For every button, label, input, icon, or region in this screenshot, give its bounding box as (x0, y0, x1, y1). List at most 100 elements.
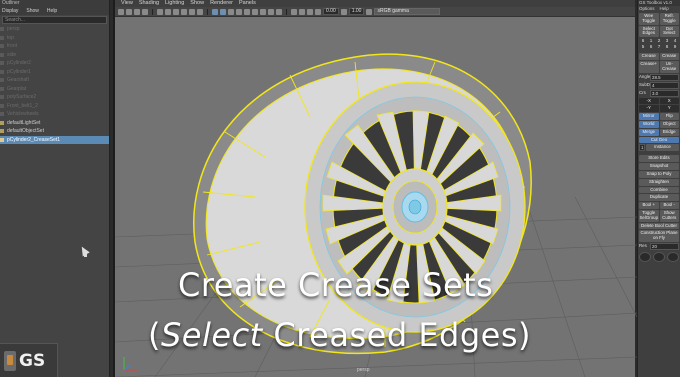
wireframe-on-shaded-icon[interactable] (228, 8, 234, 15)
merge-button[interactable]: Merge (639, 128, 659, 136)
mirror-button[interactable]: Mirror (639, 113, 659, 120)
bridge-button[interactable]: Bridge (659, 128, 679, 136)
select-camera-icon[interactable] (118, 8, 124, 15)
number-key[interactable]: 2 (658, 38, 661, 43)
gate-mask-icon[interactable] (181, 8, 187, 15)
outliner-item[interactable]: pCylinder2 (0, 59, 109, 68)
outliner-menu-show[interactable]: Show (26, 7, 39, 15)
near-clip-field[interactable]: 0.00 (323, 8, 339, 15)
y-button[interactable]: Y (659, 105, 679, 113)
antialiasing-icon[interactable] (276, 8, 282, 15)
instance-count-field[interactable]: 1 (639, 144, 645, 152)
outliner-item[interactable]: front (0, 42, 109, 51)
grid-icon[interactable] (157, 8, 163, 15)
delete-bool-cutter-button[interactable]: Delete Bool Cutter (639, 222, 679, 230)
number-key[interactable]: 9 (674, 44, 677, 49)
select-edges-button[interactable]: Select Edges (639, 25, 659, 38)
xray-icon[interactable] (299, 8, 305, 15)
ambient-occlusion-icon[interactable] (260, 8, 266, 15)
minus-x-button[interactable]: -X (639, 97, 659, 105)
combine-button[interactable]: Combine (639, 186, 679, 194)
viewport-menu-lighting[interactable]: Lighting (165, 0, 184, 7)
shadows-icon[interactable] (252, 8, 258, 15)
outliner-item-selected[interactable]: pCylinder2_CreaseSet1 (0, 135, 109, 144)
viewport-menu-view[interactable]: View (121, 0, 133, 7)
color-space-select[interactable]: sRGB gamma (374, 8, 441, 15)
outliner-menu-display[interactable]: Display (2, 7, 18, 15)
crease-plus-button[interactable]: Crease+ (639, 60, 659, 73)
viewport-menu-renderer[interactable]: Renderer (210, 0, 233, 7)
color-management-icon[interactable] (366, 8, 373, 15)
film-gate-icon[interactable] (165, 8, 171, 15)
bool-plus-button[interactable]: Bool + (639, 202, 659, 209)
number-key[interactable]: 6 (650, 44, 653, 49)
wireframe-icon[interactable] (212, 8, 218, 15)
toolbox-menu-help[interactable]: Help (660, 6, 669, 12)
number-key[interactable]: 7 (658, 44, 661, 49)
flip-button[interactable]: Flip (659, 113, 679, 120)
number-key[interactable]: 5 (642, 44, 645, 49)
straighten-button[interactable]: Straighten (639, 178, 679, 186)
material-swatch-icon[interactable] (639, 251, 651, 262)
lights-icon[interactable] (244, 8, 250, 15)
refr-toggle-button[interactable]: Refr. Toggle (659, 13, 679, 25)
outliner-item[interactable]: Gearplat (0, 85, 109, 94)
gamma-icon[interactable] (340, 8, 347, 15)
camera-attributes-icon[interactable] (126, 8, 132, 15)
outliner-item[interactable]: pCylinder1 (0, 68, 109, 77)
instance-button[interactable]: Instance (646, 144, 679, 152)
motion-blur-icon[interactable] (268, 8, 274, 15)
x-button[interactable]: X (659, 97, 679, 105)
viewport-menu-show[interactable]: Show (190, 0, 204, 7)
crs-field[interactable]: 3.0 (650, 89, 679, 97)
number-key[interactable]: 8 (666, 44, 669, 49)
snap-to-poly-button[interactable]: Snap to Poly (639, 170, 679, 178)
image-plane-icon[interactable] (142, 8, 148, 15)
res-field[interactable]: 20 (650, 242, 679, 250)
object-button[interactable]: Object (659, 120, 679, 128)
textured-icon[interactable] (236, 8, 242, 15)
angle-field[interactable]: 28.5 (650, 73, 679, 81)
bool-minus-button[interactable]: Bool - (659, 202, 679, 209)
outliner-menu-help[interactable]: Help (47, 7, 57, 15)
dot-select-button[interactable]: Dot Select (659, 25, 679, 38)
outliner-item[interactable]: side (0, 51, 109, 60)
outliner-item[interactable]: Vehiclewheels (0, 110, 109, 119)
number-key[interactable]: 4 (674, 38, 677, 43)
store-edits-button[interactable]: Store Edits (639, 155, 679, 163)
number-key[interactable]: 3 (666, 38, 669, 43)
toggle-selgroup-button[interactable]: Toggle SelGroup (639, 209, 659, 222)
crease-alt-button[interactable]: Crease (659, 53, 679, 60)
outliner-item[interactable]: defaultObjectSet (0, 127, 109, 136)
smooth-shade-icon[interactable] (220, 8, 226, 15)
world-button[interactable]: World (639, 120, 659, 128)
cut-geo-button[interactable]: Cut Geo (639, 136, 679, 144)
construction-plane-button[interactable]: Construction Plane on Fly (639, 230, 679, 242)
toolbox-menu-options[interactable]: Options (639, 6, 655, 12)
number-key[interactable]: 6 (642, 38, 645, 43)
outliner-item[interactable]: Gearshaft (0, 76, 109, 85)
snapshot-button[interactable]: Snapshot (639, 163, 679, 170)
number-key[interactable]: 1 (650, 38, 653, 43)
outliner-item[interactable]: persp (0, 25, 109, 34)
outliner-item[interactable]: top (0, 34, 109, 43)
material-swatch-icon[interactable] (667, 251, 679, 262)
minus-y-button[interactable]: -Y (639, 105, 659, 113)
field-chart-icon[interactable] (189, 8, 195, 15)
viewport-menu-panels[interactable]: Panels (239, 0, 256, 7)
material-swatch-icon[interactable] (653, 251, 665, 262)
resolution-gate-icon[interactable] (173, 8, 179, 15)
outliner-item[interactable]: defaultLightSet (0, 119, 109, 128)
xray-joints-icon[interactable] (307, 8, 313, 15)
duplicate-button[interactable]: Duplicate (639, 194, 679, 202)
outliner-search-input[interactable]: Search... (2, 16, 107, 24)
isolate-select-icon[interactable] (291, 8, 297, 15)
show-cutters-button[interactable]: Show Cutters (659, 209, 679, 222)
outliner-item[interactable]: polySurface2 (0, 93, 109, 102)
safe-action-icon[interactable] (197, 8, 203, 15)
outliner-item[interactable]: Front_belt1_2 (0, 102, 109, 111)
exposure-field[interactable]: 1.00 (348, 8, 365, 15)
subd-field[interactable]: 4 (650, 81, 679, 89)
bookmark-icon[interactable] (134, 8, 140, 15)
crease-button[interactable]: Crease (639, 53, 659, 60)
